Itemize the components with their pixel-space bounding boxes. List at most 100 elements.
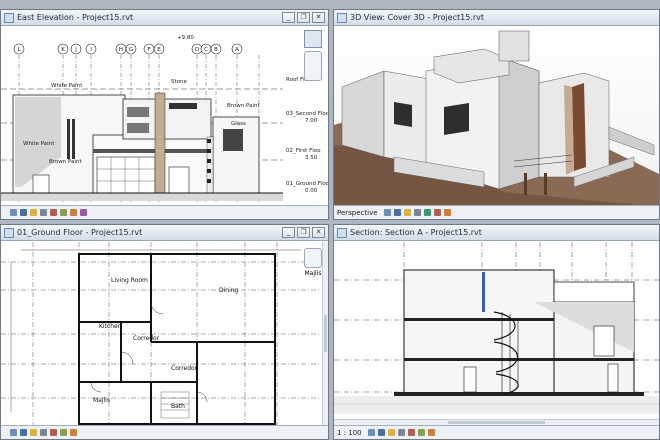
crop-view-icon[interactable] bbox=[50, 429, 57, 436]
room-tag: Majlis bbox=[93, 397, 110, 404]
hide-isolate-icon[interactable] bbox=[427, 429, 435, 436]
stone-strip bbox=[154, 92, 166, 194]
section-canvas[interactable] bbox=[334, 242, 659, 425]
3d-view-canvas[interactable] bbox=[334, 27, 659, 205]
material-tag: Brown Paint bbox=[227, 103, 260, 109]
room-tag: Living Room bbox=[111, 277, 148, 284]
plan-vertical-scrollbar[interactable] bbox=[322, 242, 328, 425]
top-dimension: +9.80 bbox=[177, 35, 194, 41]
visual-style-icon[interactable] bbox=[377, 429, 385, 436]
restore-button[interactable]: ❐ bbox=[297, 12, 310, 23]
navigation-wheel-icon[interactable] bbox=[304, 248, 322, 268]
navigation-cube[interactable] bbox=[302, 30, 324, 81]
grid-bubble-label: H bbox=[119, 47, 123, 53]
crop-view-icon[interactable] bbox=[50, 209, 57, 216]
hide-isolate-icon[interactable] bbox=[443, 209, 451, 216]
elevation-titlebar[interactable]: East Elevation - Project15.rvt _ ❐ ✕ bbox=[1, 10, 328, 26]
room-tag: Corredor bbox=[133, 335, 160, 342]
section-control-bar: 1 : 100 bbox=[334, 425, 659, 439]
floor-plan-title: 01_Ground Floor - Project15.rvt bbox=[17, 228, 143, 237]
shadows-icon[interactable] bbox=[397, 429, 405, 436]
view-icon bbox=[4, 12, 14, 23]
plan-control-bar bbox=[1, 425, 328, 439]
crop-view-icon[interactable] bbox=[433, 209, 441, 216]
elevation-drawing: LKJIHGFEDCBA Roof Floor03_Second Floo7.0… bbox=[1, 35, 328, 202]
grid-bubble-label: A bbox=[235, 47, 239, 53]
detail-level-icon[interactable] bbox=[383, 209, 391, 216]
render-icon[interactable] bbox=[423, 209, 431, 216]
reveal-hidden-icon[interactable] bbox=[80, 209, 87, 216]
show-crop-icon[interactable] bbox=[417, 429, 425, 436]
close-button[interactable]: ✕ bbox=[312, 227, 325, 238]
level-elevation: 0.00 bbox=[305, 188, 318, 194]
grid-bubble-label: B bbox=[214, 47, 218, 53]
visual-style-icon[interactable] bbox=[20, 209, 27, 216]
floor-plan-window[interactable]: 01_Ground Floor - Project15.rvt _ ❐ ✕ Li… bbox=[0, 224, 329, 440]
view-control-bar bbox=[1, 205, 328, 219]
viewcube-icon[interactable] bbox=[304, 30, 322, 48]
section-title: Section: Section A - Project15.rvt bbox=[350, 228, 482, 237]
section-drawing bbox=[334, 242, 659, 414]
material-tag: White Paint bbox=[51, 83, 83, 89]
shadows-icon[interactable] bbox=[413, 209, 421, 216]
material-tag: Brown Paint bbox=[49, 159, 82, 165]
minimize-button[interactable]: _ bbox=[282, 12, 295, 23]
shadows-icon[interactable] bbox=[40, 429, 47, 436]
section-highlight bbox=[482, 272, 485, 312]
grid-bubble-label: D bbox=[195, 47, 199, 53]
show-crop-icon[interactable] bbox=[60, 209, 67, 216]
level-elevation: 3.50 bbox=[305, 155, 318, 161]
level-name: 01_Ground Floo bbox=[286, 181, 328, 187]
elevation-view-window[interactable]: East Elevation - Project15.rvt _ ❐ ✕ L K… bbox=[0, 9, 329, 220]
detail-level-icon[interactable] bbox=[10, 209, 17, 216]
detail-level-icon[interactable] bbox=[367, 429, 375, 436]
sun-path-icon[interactable] bbox=[30, 429, 37, 436]
hide-isolate-icon[interactable] bbox=[70, 209, 77, 216]
section-scale[interactable]: 1 : 100 bbox=[337, 429, 362, 437]
sun-path-icon[interactable] bbox=[387, 429, 395, 436]
nav-room-label: Majlis bbox=[304, 270, 322, 277]
grid-bubble-label: K bbox=[61, 47, 65, 53]
floor-plan-canvas[interactable]: Living Room Dining Kitchen Corredor Corredor… bbox=[1, 242, 328, 425]
show-crop-icon[interactable] bbox=[60, 429, 67, 436]
room-tags: Living Room Dining Kitchen Corredor Corredor… bbox=[93, 277, 239, 410]
close-button[interactable]: ✕ bbox=[312, 12, 325, 23]
level-elevation: 7.00 bbox=[305, 118, 318, 124]
grid-bubble-label: G bbox=[129, 47, 133, 53]
visual-style-icon[interactable] bbox=[393, 209, 401, 216]
3d-view-window[interactable]: 3D View: Cover 3D - Project15.rvt Perspe… bbox=[333, 9, 660, 220]
crop-view-icon[interactable] bbox=[407, 429, 415, 436]
3d-view-title: 3D View: Cover 3D - Project15.rvt bbox=[350, 13, 485, 22]
restore-button[interactable]: ❐ bbox=[297, 227, 310, 238]
plan-icon bbox=[4, 227, 14, 238]
3d-view-titlebar[interactable]: 3D View: Cover 3D - Project15.rvt bbox=[334, 10, 659, 26]
material-tag: Stone bbox=[171, 79, 187, 85]
elevation-canvas[interactable]: LKJIHGFEDCBA Roof Floor 03_Second Floo 7.0… bbox=[1, 27, 328, 205]
level-labels: Roof Floor03_Second Floo7.0002_First Flo… bbox=[286, 77, 328, 194]
minimize-button[interactable]: _ bbox=[282, 227, 295, 238]
revit-app: East Elevation - Project15.rvt _ ❐ ✕ L K… bbox=[0, 0, 660, 440]
projection-mode[interactable]: Perspective bbox=[337, 209, 378, 217]
material-tag: White Paint bbox=[23, 141, 55, 147]
sun-path-icon[interactable] bbox=[403, 209, 411, 216]
navigation-bar[interactable] bbox=[304, 51, 322, 81]
plan-navigation[interactable]: Majlis bbox=[302, 245, 324, 277]
material-tag: Glass bbox=[231, 121, 246, 127]
section-icon bbox=[337, 227, 347, 238]
3d-view-control-bar: Perspective bbox=[334, 205, 659, 219]
3d-model-render bbox=[334, 30, 659, 205]
floor-plan-drawing: Living Room Dining Kitchen Corredor Corredor… bbox=[1, 242, 319, 425]
grid-bubble-label: E bbox=[157, 47, 161, 53]
grid-bubbles: LKJIHGFEDCBA bbox=[13, 43, 243, 55]
section-titlebar[interactable]: Section: Section A - Project15.rvt bbox=[334, 225, 659, 241]
shadows-icon[interactable] bbox=[40, 209, 47, 216]
visual-style-icon[interactable] bbox=[20, 429, 27, 436]
room-tag: Bath bbox=[171, 403, 185, 410]
section-view-window[interactable]: Section: Section A - Project15.rvt 1: 1… bbox=[333, 224, 660, 440]
grid-bubble-label: J bbox=[74, 47, 77, 53]
detail-level-icon[interactable] bbox=[10, 429, 17, 436]
grid-bubble-label: C bbox=[204, 47, 208, 53]
floor-plan-titlebar[interactable]: 01_Ground Floor - Project15.rvt _ ❐ ✕ bbox=[1, 225, 328, 241]
sun-path-icon[interactable] bbox=[30, 209, 37, 216]
hide-isolate-icon[interactable] bbox=[70, 429, 77, 436]
